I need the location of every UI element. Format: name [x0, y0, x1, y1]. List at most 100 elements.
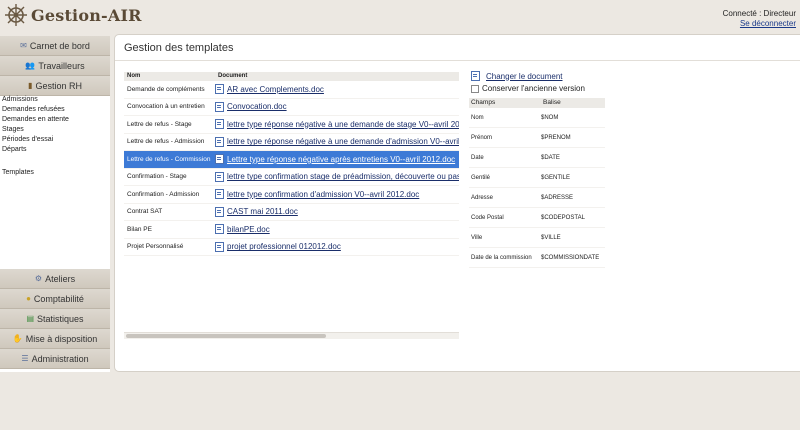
var-row[interactable]: Code Postal $CODEPOSTAL — [469, 208, 605, 228]
page-title: Gestion des templates — [124, 42, 234, 54]
user-box: Connecté : Directeur Se déconnecter — [723, 9, 796, 29]
var-tag: $DATE — [541, 154, 560, 161]
keep-version[interactable]: Conserver l'ancienne version — [471, 84, 585, 93]
var-row[interactable]: Date de la commission $COMMISSIONDATE — [469, 248, 605, 268]
row-document: CAST mai 2011.doc — [215, 206, 459, 217]
handshake-icon: ✋ — [12, 334, 23, 343]
var-field: Gentilé — [471, 174, 491, 181]
vars-header: Champs Balise — [469, 98, 605, 108]
var-row[interactable]: Gentilé $GENTILE — [469, 168, 605, 188]
table-row[interactable]: Confirmation - Admission lettre type conf… — [124, 186, 459, 204]
horizontal-scrollbar[interactable] — [124, 332, 459, 339]
keep-version-label: Conserver l'ancienne version — [482, 84, 585, 93]
table-row[interactable]: Convocation à un entretien Convocation.do… — [124, 99, 459, 116]
var-tag: $CODEPOSTAL — [541, 214, 585, 221]
link-templates[interactable]: Templates — [2, 168, 69, 178]
row-name: Contrat SAT — [127, 208, 163, 216]
document-icon — [471, 71, 480, 81]
table-row[interactable]: Confirmation - Stage lettre type confirma… — [124, 169, 459, 186]
app-title: Gestion-AIR — [31, 5, 142, 25]
row-document: Lettre type réponse négative après entre… — [215, 154, 459, 165]
var-field: Prénom — [471, 134, 493, 141]
divider — [115, 60, 800, 61]
document-icon — [215, 84, 224, 95]
nav-carnet-de-bord[interactable]: ✉ Carnet de bord — [0, 36, 110, 56]
scrollbar-thumb[interactable] — [126, 334, 326, 338]
header: Gestion-AIR Connecté : Directeur Se déco… — [0, 0, 800, 34]
link-admissions[interactable]: Admissions — [2, 95, 69, 105]
nav-travailleurs[interactable]: 👥 Travailleurs — [0, 56, 110, 76]
chart-icon: ▤ — [26, 314, 35, 323]
nav-administration[interactable]: ☰ Administration — [0, 349, 110, 369]
document-icon — [215, 119, 224, 130]
var-row[interactable]: Nom $NOM — [469, 108, 605, 128]
nav-label: Carnet de bord — [29, 40, 90, 51]
nav-ateliers[interactable]: ⚙ Ateliers — [0, 269, 110, 289]
row-document: AR avec Complements.doc — [215, 84, 459, 95]
nav-statistiques[interactable]: ▤ Statistiques — [0, 309, 110, 329]
document-link[interactable]: Convocation.doc — [227, 102, 287, 111]
link-periodes-essai[interactable]: Périodes d'essai — [2, 135, 69, 145]
table-row[interactable]: Lettre de refus - Stage lettre type répon… — [124, 116, 459, 134]
nav-label: Administration — [31, 353, 89, 364]
document-link[interactable]: CAST mai 2011.doc — [227, 207, 298, 216]
row-name: Projet Personnalisé — [127, 243, 184, 251]
var-tag: $VILLE — [541, 234, 561, 241]
col-nom[interactable]: Nom — [124, 72, 215, 81]
document-icon — [215, 171, 224, 182]
nav-comptabilite[interactable]: ● Comptabilité — [0, 289, 110, 309]
row-name: Lettre de refus - Stage — [127, 120, 192, 128]
var-tag: $COMMISSIONDATE — [541, 254, 600, 261]
nav-label: Gestion RH — [35, 80, 82, 91]
var-field: Date — [471, 154, 484, 161]
document-icon — [215, 206, 224, 217]
document-link[interactable]: lettre type réponse négative à une deman… — [227, 120, 459, 129]
user-status: Connecté : Directeur — [722, 9, 796, 18]
change-document-link[interactable]: Changer le document — [486, 72, 563, 81]
var-row[interactable]: Prénom $PRENOM — [469, 128, 605, 148]
var-tag: $ADRESSE — [541, 194, 574, 201]
nav-label: Comptabilité — [33, 293, 84, 304]
table-body: Demande de compléments AR avec Complement… — [124, 81, 459, 256]
table-row[interactable]: Demande de compléments AR avec Complement… — [124, 81, 459, 99]
link-demandes-refusees[interactable]: Demandes refusées — [2, 105, 69, 115]
col-document[interactable]: Document — [215, 72, 247, 81]
nav-mise-a-disposition[interactable]: ✋ Mise à disposition — [0, 329, 110, 349]
var-row[interactable]: Adresse $ADRESSE — [469, 188, 605, 208]
link-demandes-en-attente[interactable]: Demandes en attente — [2, 115, 69, 125]
var-field: Date de la commission — [471, 254, 532, 261]
link-departs[interactable]: Départs — [2, 145, 69, 155]
keep-version-checkbox[interactable] — [471, 84, 479, 93]
table-row[interactable]: Bilan PE bilanPE.doc — [124, 221, 459, 239]
nav-label: Mise à disposition — [25, 333, 98, 344]
var-row[interactable]: Date $DATE — [469, 148, 605, 168]
table-row[interactable]: Projet Personnalisé projet professionnel … — [124, 239, 459, 256]
ship-wheel-icon — [5, 4, 27, 26]
document-link[interactable]: lettre type confirmation d'admission V0-… — [227, 190, 419, 199]
row-name: Convocation à un entretien — [127, 103, 205, 111]
change-document[interactable]: Changer le document — [471, 71, 563, 81]
nav-gestion-rh[interactable]: ▮ Gestion RH — [0, 76, 110, 96]
document-link[interactable]: AR avec Complements.doc — [227, 85, 324, 94]
var-row[interactable]: Ville $VILLE — [469, 228, 605, 248]
row-document: lettre type confirmation stage de préadm… — [215, 171, 459, 182]
document-link[interactable]: bilanPE.doc — [227, 225, 270, 234]
document-link[interactable]: lettre type confirmation stage de préadm… — [227, 172, 459, 181]
document-link[interactable]: projet professionnel 012012.doc — [227, 242, 341, 251]
table-row[interactable]: Contrat SAT CAST mai 2011.doc — [124, 204, 459, 221]
col-balise[interactable]: Balise — [541, 98, 561, 108]
table-row[interactable]: Lettre de refus - Commission Lettre type … — [124, 151, 459, 169]
table-row[interactable]: Lettre de refus - Admission lettre type r… — [124, 134, 459, 151]
var-tag: $GENTILE — [541, 174, 571, 181]
document-link[interactable]: Lettre type réponse négative après entre… — [227, 155, 455, 164]
row-name: Bilan PE — [127, 225, 152, 233]
row-document: Convocation.doc — [215, 101, 459, 112]
link-stages[interactable]: Stages — [2, 125, 69, 135]
logout-link[interactable]: Se déconnecter — [740, 19, 796, 28]
document-icon — [215, 224, 224, 235]
document-link[interactable]: lettre type réponse négative à une deman… — [227, 137, 459, 146]
var-field: Adresse — [471, 194, 494, 201]
row-document: bilanPE.doc — [215, 224, 459, 235]
var-tag: $PRENOM — [541, 134, 571, 141]
col-champs[interactable]: Champs — [469, 98, 541, 108]
